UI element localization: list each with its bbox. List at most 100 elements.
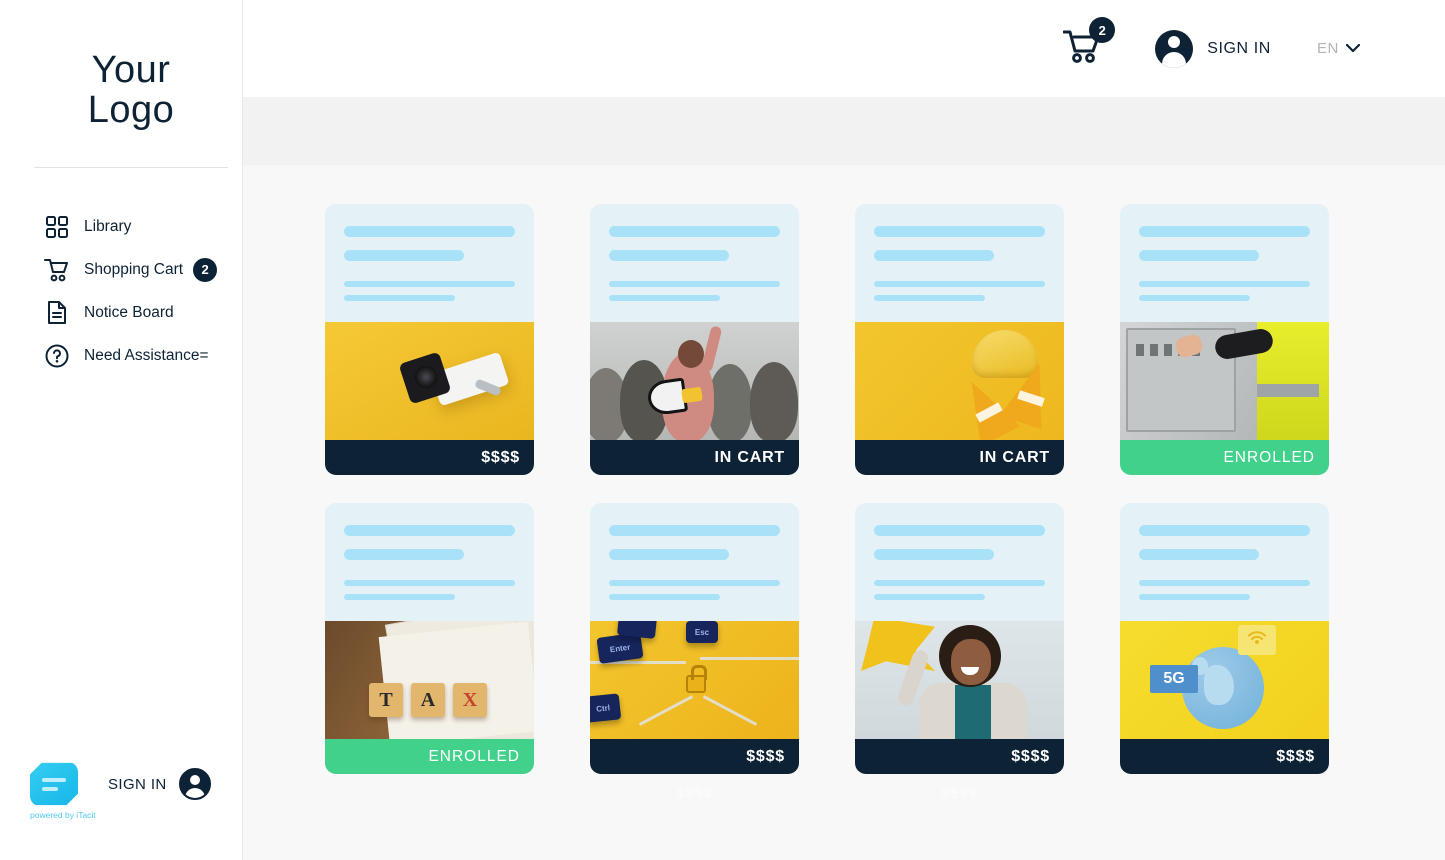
letter-tile: A bbox=[411, 683, 445, 717]
face-shape bbox=[951, 639, 991, 685]
skeleton-bar bbox=[609, 594, 721, 600]
card-item[interactable]: IN CART bbox=[590, 204, 799, 475]
hexagon-logo-icon bbox=[30, 762, 78, 806]
user-avatar-icon bbox=[178, 768, 211, 800]
5g-globe-image: 5G bbox=[1120, 621, 1329, 739]
card-item[interactable]: T A X ENROLLED bbox=[325, 503, 534, 774]
status-badge: IN CART bbox=[855, 440, 1064, 475]
status-badge: ENROLLED bbox=[325, 739, 534, 774]
skeleton-bar bbox=[609, 580, 780, 586]
header-sign-in-button[interactable]: SIGN IN bbox=[1155, 29, 1271, 68]
logo-line-2: Logo bbox=[87, 89, 175, 131]
tax-forms-image: T A X bbox=[325, 621, 534, 739]
skeleton-bar bbox=[874, 295, 986, 301]
card-item[interactable]: ENROLLED bbox=[1120, 204, 1329, 475]
skeleton-bar bbox=[609, 295, 721, 301]
skeleton-bar bbox=[344, 594, 456, 600]
status-badge: $$$$ bbox=[1120, 739, 1329, 774]
padlock-icon bbox=[686, 665, 707, 693]
language-label: EN bbox=[1316, 40, 1339, 57]
sidebar-sign-in-button[interactable]: SIGN IN bbox=[108, 768, 211, 800]
skeleton-bar bbox=[874, 226, 1045, 237]
card-skeleton-placeholder bbox=[1120, 204, 1329, 322]
card-item[interactable]: Enter Esc Ctrl $$$$ bbox=[590, 503, 799, 774]
chevron-down-icon bbox=[1346, 44, 1360, 53]
sidebar-nav: Library Shopping Cart 2 Notice Board Nee… bbox=[0, 205, 243, 377]
sidebar-item-shopping-cart[interactable]: Shopping Cart 2 bbox=[0, 248, 243, 291]
5g-label-badge: 5G bbox=[1150, 665, 1198, 693]
security-camera-image bbox=[325, 322, 534, 440]
ghost-price: $$$$ bbox=[941, 785, 978, 802]
content-area: $$$$ IN CART IN CART ENROLLED T A X ENRO… bbox=[243, 165, 1445, 860]
skeleton-bar bbox=[874, 525, 1045, 536]
header-sign-in-label: SIGN IN bbox=[1207, 39, 1271, 57]
skeleton-bar bbox=[344, 525, 515, 536]
skeleton-bar bbox=[344, 549, 464, 560]
crowd-figure bbox=[750, 362, 798, 440]
header-banner-strip bbox=[243, 97, 1445, 165]
header-cart-button[interactable]: 2 bbox=[1062, 17, 1116, 68]
itacit-logo: powered by iTacit bbox=[30, 762, 96, 820]
card-skeleton-placeholder bbox=[590, 503, 799, 621]
skeleton-bar bbox=[1139, 226, 1310, 237]
card-item[interactable]: $$$$ bbox=[325, 204, 534, 475]
shirt-shape bbox=[955, 685, 991, 739]
card-skeleton-placeholder bbox=[590, 204, 799, 322]
ghost-price bbox=[325, 785, 534, 802]
raised-arm-shape bbox=[700, 325, 723, 373]
ghost-price: $$$$ bbox=[676, 785, 713, 802]
sidebar-item-label: Notice Board bbox=[84, 303, 174, 321]
user-avatar-icon bbox=[1155, 29, 1194, 68]
header-cart-badge: 2 bbox=[1089, 17, 1116, 43]
skeleton-bar bbox=[1139, 281, 1310, 287]
skeleton-bar bbox=[344, 226, 515, 237]
card-item[interactable]: IN CART bbox=[855, 204, 1064, 475]
status-badge: $$$$ bbox=[590, 739, 799, 774]
skeleton-bar bbox=[1139, 549, 1259, 560]
overflow-price-row: $$$$ $$$$ bbox=[325, 785, 1329, 802]
keyboard-key-esc: Esc bbox=[686, 621, 718, 643]
card-skeleton-placeholder bbox=[325, 503, 534, 621]
skeleton-bar bbox=[1139, 295, 1251, 301]
skeleton-bar bbox=[609, 226, 780, 237]
continent-shape bbox=[1204, 665, 1234, 705]
sidebar-item-need-assistance[interactable]: Need Assistance= bbox=[0, 334, 243, 377]
keyboard-key-ctrl: Ctrl bbox=[590, 693, 622, 723]
status-badge: $$$$ bbox=[855, 739, 1064, 774]
skeleton-bar bbox=[609, 549, 729, 560]
powered-by-label: powered by iTacit bbox=[30, 810, 96, 820]
sidebar-item-label: Need Assistance= bbox=[84, 346, 209, 364]
skeleton-bar bbox=[344, 250, 464, 261]
card-skeleton-placeholder bbox=[855, 204, 1064, 322]
card-grid: $$$$ IN CART IN CART ENROLLED T A X ENRO… bbox=[325, 204, 1329, 774]
cart-icon bbox=[44, 257, 70, 283]
logo-bar-top bbox=[42, 778, 66, 782]
logo-bar-bottom bbox=[42, 787, 58, 791]
letter-tile: T bbox=[369, 683, 403, 717]
skeleton-bar bbox=[874, 594, 986, 600]
skeleton-bar bbox=[344, 295, 456, 301]
brand-logo[interactable]: Your Logo bbox=[34, 50, 228, 130]
skeleton-bar bbox=[1139, 250, 1259, 261]
breaker-switch bbox=[1164, 344, 1172, 356]
skeleton-bar bbox=[1139, 525, 1310, 536]
status-badge: $$$$ bbox=[325, 440, 534, 475]
document-icon bbox=[44, 300, 70, 326]
cart-count-badge: 2 bbox=[193, 257, 218, 282]
skeleton-bar bbox=[874, 250, 994, 261]
sidebar-footer: powered by iTacit SIGN IN bbox=[30, 762, 211, 820]
skeleton-bar bbox=[344, 580, 515, 586]
office-woman-star-image bbox=[855, 621, 1064, 739]
card-item[interactable]: 5G $$$$ bbox=[1120, 503, 1329, 774]
card-item[interactable]: $$$$ bbox=[855, 503, 1064, 774]
skeleton-bar bbox=[874, 549, 994, 560]
sidebar-item-notice-board[interactable]: Notice Board bbox=[0, 291, 243, 334]
ghost-price bbox=[1120, 785, 1329, 802]
circuit-trace bbox=[700, 657, 799, 660]
sidebar-item-library[interactable]: Library bbox=[0, 205, 243, 248]
cart-icon bbox=[1062, 30, 1103, 67]
megaphone-crowd-image bbox=[590, 322, 799, 440]
sidebar: Your Logo Library Shopping Cart 2 Notice… bbox=[0, 0, 243, 860]
language-selector[interactable]: EN bbox=[1317, 40, 1360, 57]
cybersecurity-lock-image: Enter Esc Ctrl bbox=[590, 621, 799, 739]
